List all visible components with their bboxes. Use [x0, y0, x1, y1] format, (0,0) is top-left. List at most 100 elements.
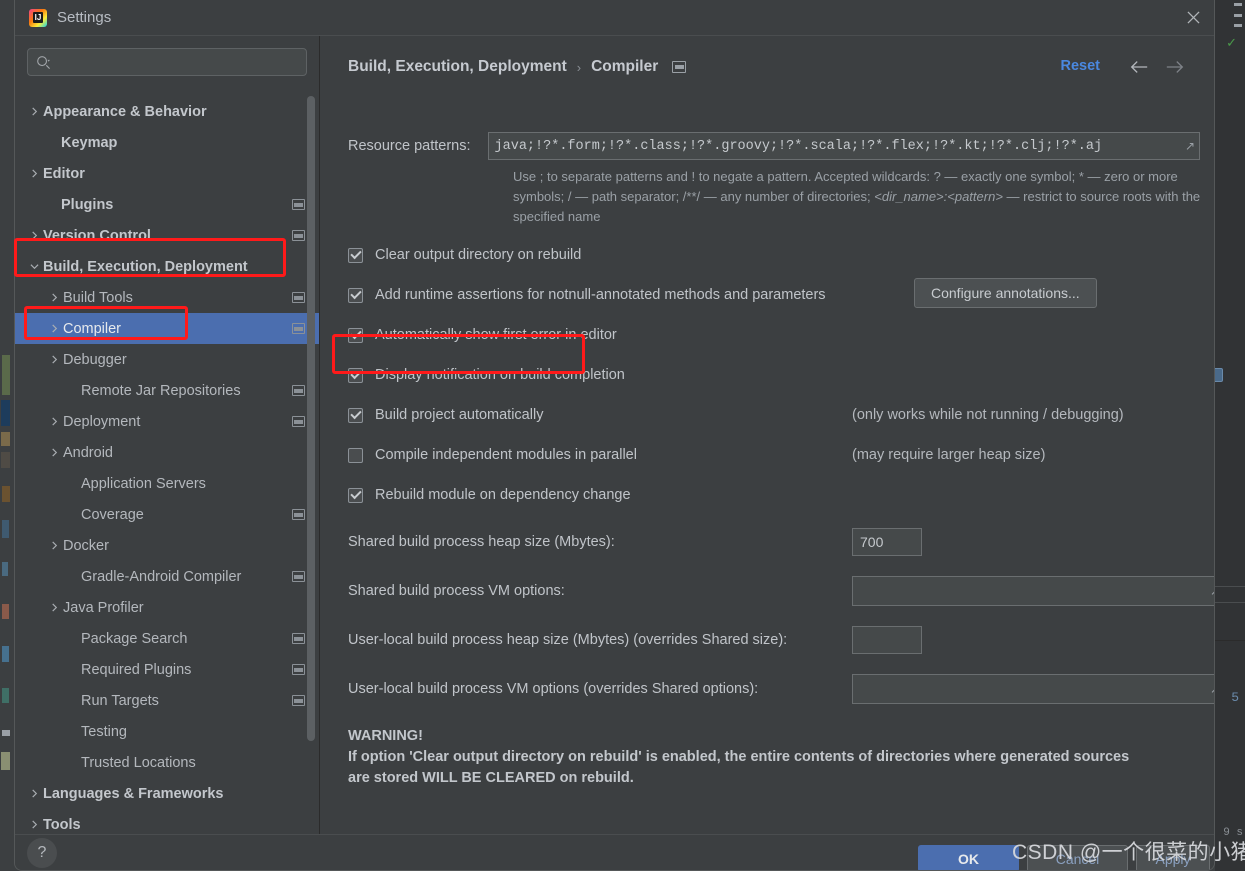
sidebar-item-keymap[interactable]: Keymap — [15, 127, 319, 158]
field-input[interactable] — [860, 681, 1206, 697]
field-row: Shared build process heap size (Mbytes): — [348, 528, 1200, 556]
sidebar-item-appearance-behavior[interactable]: Appearance & Behavior — [15, 96, 319, 127]
expand-editor-icon[interactable]: ↗ — [1206, 584, 1214, 598]
sidebar-item-application-servers[interactable]: Application Servers — [15, 468, 319, 499]
sidebar-item-editor[interactable]: Editor — [15, 158, 319, 189]
chevron-right-icon[interactable] — [45, 448, 63, 457]
field-input-wrapper[interactable] — [852, 626, 922, 654]
sidebar-item-package-search[interactable]: Package Search — [15, 623, 319, 654]
sidebar-item-plugins[interactable]: Plugins — [15, 189, 319, 220]
sidebar-item-compiler[interactable]: Compiler — [15, 313, 319, 344]
sidebar-item-android[interactable]: Android — [15, 437, 319, 468]
field-input[interactable] — [860, 583, 1206, 599]
sidebar-item-label: Compiler — [63, 320, 122, 337]
more-options-icon[interactable] — [1234, 3, 1242, 27]
sidebar-item-label: Plugins — [61, 196, 114, 213]
option-row[interactable]: Automatically show first error in editor — [348, 323, 1200, 347]
field-row: Shared build process VM options: ↗ — [348, 576, 1214, 606]
gutter-marker — [2, 646, 9, 662]
chevron-right-icon[interactable] — [25, 107, 43, 116]
arrow-left-icon[interactable] — [1126, 56, 1152, 78]
chevron-right-icon[interactable] — [45, 355, 63, 364]
option-row[interactable]: Add runtime assertions for notnull-annot… — [348, 278, 1200, 308]
sidebar-scrollbar[interactable] — [307, 96, 315, 741]
expand-editor-icon[interactable]: ↗ — [1181, 139, 1195, 153]
gutter-marker — [2, 688, 9, 703]
compiler-options-area: Clear output directory on rebuild Add run… — [348, 243, 1200, 507]
field-label: Shared build process VM options: — [348, 583, 565, 599]
settings-tree[interactable]: Appearance & Behavior Keymap Editor Plugins… — [15, 88, 319, 834]
configure-annotations-button[interactable]: Configure annotations... — [914, 278, 1097, 308]
breadcrumb-separator: › — [576, 59, 582, 75]
divider — [1215, 640, 1245, 641]
close-icon[interactable] — [1170, 0, 1214, 35]
sidebar-item-coverage[interactable]: Coverage — [15, 499, 319, 530]
breadcrumb-parent[interactable]: Build, Execution, Deployment — [348, 58, 567, 76]
chevron-right-icon[interactable] — [25, 231, 43, 240]
chevron-right-icon[interactable] — [25, 169, 43, 178]
ok-button[interactable]: OK — [918, 845, 1019, 870]
option-label: Rebuild module on dependency change — [375, 487, 631, 503]
gutter-marker — [2, 730, 10, 736]
sidebar-item-deployment[interactable]: Deployment — [15, 406, 319, 437]
sidebar-item-label: Java Profiler — [63, 599, 144, 616]
option-row[interactable]: Rebuild module on dependency change — [348, 483, 1200, 507]
checkbox-rebuild-module-on-dependency-change[interactable] — [348, 487, 363, 503]
sidebar-item-tools[interactable]: Tools — [15, 809, 319, 834]
sidebar-item-version-control[interactable]: Version Control — [15, 220, 319, 251]
field-input-wrapper[interactable] — [852, 528, 922, 556]
sidebar-item-remote-jar-repositories[interactable]: Remote Jar Repositories — [15, 375, 319, 406]
field-input-wrapper[interactable]: ↗ — [852, 576, 1214, 606]
checkbox-display-notification-on-build-completion[interactable] — [348, 367, 363, 383]
sidebar-item-testing[interactable]: Testing — [15, 716, 319, 747]
sidebar-item-docker[interactable]: Docker — [15, 530, 319, 561]
chevron-right-icon[interactable] — [45, 324, 63, 333]
reset-link[interactable]: Reset — [1061, 58, 1101, 74]
field-input[interactable] — [860, 534, 914, 550]
sidebar-item-label: Build, Execution, Deployment — [43, 258, 248, 275]
project-scope-icon — [292, 664, 305, 675]
option-row[interactable]: Clear output directory on rebuild — [348, 243, 1200, 267]
chevron-down-icon[interactable] — [25, 262, 43, 271]
project-scope-icon — [292, 695, 305, 706]
sidebar-item-debugger[interactable]: Debugger — [15, 344, 319, 375]
arrow-right-icon[interactable] — [1162, 56, 1188, 78]
search-input[interactable] — [55, 54, 298, 70]
sidebar-item-build-execution-deployment[interactable]: Build, Execution, Deployment — [15, 251, 319, 282]
sidebar-item-gradle-android-compiler[interactable]: Gradle-Android Compiler — [15, 561, 319, 592]
intellij-idea-icon: IJ — [29, 8, 47, 27]
resource-patterns-input[interactable] — [494, 138, 1181, 154]
checkbox-automatically-show-first-error-in-editor[interactable] — [348, 327, 363, 343]
chevron-right-icon[interactable] — [45, 293, 63, 302]
search-box[interactable] — [27, 48, 307, 76]
settings-dialog: IJ Settings Appearance & Behavior Keymap E… — [14, 0, 1215, 871]
checkbox-build-project-automatically[interactable] — [348, 407, 363, 423]
checkbox-clear-output-directory-on-rebuild[interactable] — [348, 247, 363, 263]
sidebar-item-trusted-locations[interactable]: Trusted Locations — [15, 747, 319, 778]
help-button[interactable]: ? — [27, 838, 57, 868]
resource-patterns-field[interactable]: ↗ — [487, 132, 1200, 160]
option-row[interactable]: Build project automatically (only works w… — [348, 403, 1200, 427]
option-row[interactable]: Compile independent modules in parallel (… — [348, 443, 1200, 467]
chevron-right-icon[interactable] — [45, 417, 63, 426]
field-input[interactable] — [860, 632, 914, 648]
sidebar-item-run-targets[interactable]: Run Targets — [15, 685, 319, 716]
checkbox-add-runtime-assertions-for-notnull-annotated-methods-and-parameters[interactable] — [348, 287, 363, 303]
field-input-wrapper[interactable]: ↗ — [852, 674, 1214, 704]
sidebar-item-java-profiler[interactable]: Java Profiler — [15, 592, 319, 623]
chevron-right-icon[interactable] — [45, 603, 63, 612]
checkbox-compile-independent-modules-in-parallel[interactable] — [348, 447, 363, 463]
expand-editor-icon[interactable]: ↗ — [1206, 682, 1214, 696]
sidebar-item-languages-frameworks[interactable]: Languages & Frameworks — [15, 778, 319, 809]
chevron-right-icon[interactable] — [25, 789, 43, 798]
option-row[interactable]: Display notification on build completion — [348, 363, 1200, 387]
option-label: Automatically show first error in editor — [375, 327, 617, 343]
sidebar-item-required-plugins[interactable]: Required Plugins — [15, 654, 319, 685]
resource-patterns-label: Resource patterns: — [348, 138, 471, 154]
chevron-right-icon[interactable] — [25, 820, 43, 829]
sidebar-item-build-tools[interactable]: Build Tools — [15, 282, 319, 313]
field-label: Shared build process heap size (Mbytes): — [348, 534, 615, 550]
chevron-right-icon[interactable] — [45, 541, 63, 550]
sidebar-item-label: Coverage — [81, 506, 144, 523]
option-label: Clear output directory on rebuild — [375, 247, 582, 263]
